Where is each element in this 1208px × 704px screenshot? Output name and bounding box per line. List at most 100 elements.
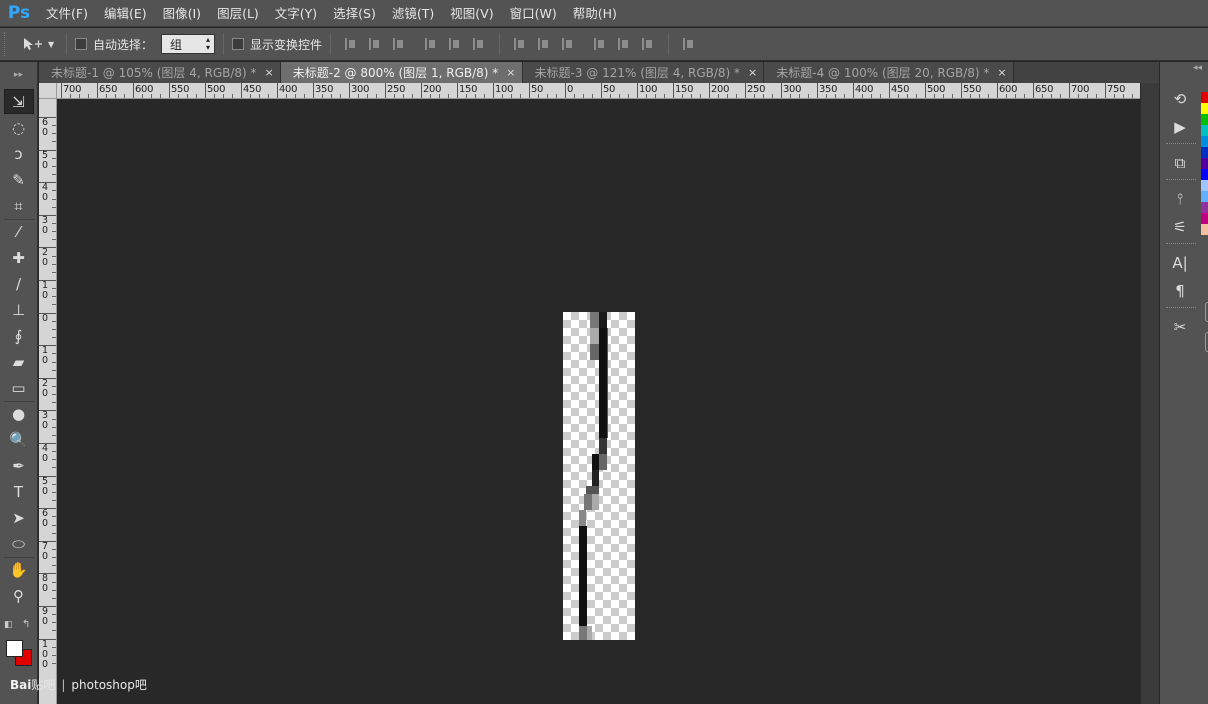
auto-select-dropdown[interactable]: 组 ▴ ▾ [161, 34, 216, 54]
healing-brush-icon[interactable]: ✚ [4, 245, 34, 270]
color-swatch[interactable] [1201, 103, 1208, 114]
distribute-top-icon[interactable] [511, 35, 529, 53]
close-icon[interactable]: × [997, 66, 1006, 79]
ruler-minor-tick [952, 94, 953, 98]
panel-group-grip[interactable] [1166, 179, 1196, 183]
distribute-bottom-icon[interactable] [559, 35, 577, 53]
ruler-label: 50 [42, 149, 49, 171]
collapse-panel-icon[interactable]: ◂◂ [1160, 62, 1208, 74]
align-right-icon[interactable] [470, 35, 488, 53]
distribute-hcenter-icon[interactable] [615, 35, 633, 53]
menu-select[interactable]: 选择(S) [325, 0, 384, 27]
collapse-panel-icon[interactable]: ▸▸ [0, 62, 37, 88]
document-tab-2[interactable]: 未标题-2 @ 800% (图层 1, RGB/8) * × [280, 62, 523, 83]
color-swatch[interactable] [1201, 180, 1208, 191]
align-left-icon[interactable] [422, 35, 440, 53]
align-bottom-icon[interactable] [390, 35, 408, 53]
zoom-icon[interactable]: ⚲ [4, 583, 34, 608]
ruler-minor-tick [52, 353, 56, 355]
ruler-minor-tick [331, 94, 332, 98]
distribute-right-icon[interactable] [639, 35, 657, 53]
ruler-minor-tick [475, 94, 476, 98]
ruler-origin[interactable] [39, 83, 57, 99]
menu-help[interactable]: 帮助(H) [565, 0, 625, 27]
character-icon[interactable]: A| [1164, 250, 1196, 276]
quick-selection-icon[interactable]: ✎ [4, 167, 34, 192]
horizontal-ruler[interactable]: 700 650 600 550 500 450 400 350 300 250 200 150 100 5… [57, 83, 1140, 99]
color-swatch[interactable] [1201, 202, 1208, 213]
align-hcenter-icon[interactable] [446, 35, 464, 53]
gradient-icon[interactable]: ▭ [4, 375, 34, 400]
brush-presets-icon[interactable]: ⫯ [1164, 186, 1196, 212]
color-swatch[interactable] [1201, 136, 1208, 147]
history-icon[interactable]: ⟲ [1164, 86, 1196, 112]
panel-group-grip[interactable] [1166, 243, 1196, 247]
photoshop-logo: Ps [7, 3, 31, 23]
ruler-minor-tick [52, 304, 56, 306]
menu-window[interactable]: 窗口(W) [502, 0, 565, 27]
distribute-vcenter-icon[interactable] [535, 35, 553, 53]
auto-select-checkbox[interactable] [75, 38, 87, 50]
path-selection-icon[interactable]: ➤ [4, 505, 34, 530]
vertical-ruler[interactable]: 6050403020100102030405060708090100 [39, 99, 57, 704]
color-swatch[interactable] [1201, 114, 1208, 125]
elliptical-marquee-icon[interactable]: ◌ [4, 115, 34, 140]
color-swatch[interactable] [1201, 169, 1208, 180]
color-swatch[interactable] [1201, 92, 1208, 103]
ruler-minor-tick [52, 231, 56, 233]
color-swatch[interactable] [1201, 158, 1208, 169]
close-icon[interactable]: × [265, 66, 274, 79]
move-tool-icon[interactable]: ⇲ [3, 89, 34, 114]
brush-icon[interactable]: ∕ [4, 271, 34, 296]
color-swatch[interactable] [1201, 191, 1208, 202]
show-transform-checkbox[interactable] [232, 38, 245, 50]
document-canvas[interactable] [563, 312, 635, 640]
close-icon[interactable]: × [506, 66, 515, 79]
panel-group-grip[interactable] [1166, 143, 1196, 147]
default-colors-icon[interactable]: ◧ [4, 620, 14, 630]
history-brush-icon[interactable]: ∮ [4, 323, 34, 348]
tools-icon[interactable]: ✂ [1164, 314, 1196, 340]
color-swatch[interactable] [1201, 147, 1208, 158]
color-swatch[interactable] [1201, 125, 1208, 136]
auto-align-layers-icon[interactable] [680, 35, 698, 53]
document-tab-4[interactable]: 未标题-4 @ 100% (图层 20, RGB/8) * × [764, 62, 1014, 83]
menu-layer[interactable]: 图层(L) [209, 0, 267, 27]
lasso-icon[interactable]: ↄ [4, 141, 34, 166]
distribute-left-icon[interactable] [591, 35, 609, 53]
dodge-icon[interactable]: 🔍 [4, 427, 34, 452]
color-swatch[interactable] [1201, 224, 1208, 235]
menu-type[interactable]: 文字(Y) [267, 0, 325, 27]
tool-preset-picker[interactable]: ▼ [22, 33, 58, 55]
menu-filter[interactable]: 滤镜(T) [384, 0, 442, 27]
menu-image[interactable]: 图像(I) [155, 0, 209, 27]
options-bar: ▼ 自动选择： 组 ▴ ▾ 显示变换控件 [0, 28, 1208, 61]
close-icon[interactable]: × [748, 66, 757, 79]
menu-file[interactable]: 文件(F) [38, 0, 96, 27]
vertical-scrollbar[interactable] [1140, 83, 1159, 704]
options-grip[interactable] [4, 32, 10, 56]
panel-group-grip[interactable] [1166, 307, 1196, 311]
document-tab-3[interactable]: 未标题-3 @ 121% (图层 4, RGB/8) * × [522, 62, 765, 83]
adjustments-icon[interactable]: ⚟ [1164, 214, 1196, 240]
hand-icon[interactable]: ✋ [3, 557, 34, 582]
menu-view[interactable]: 视图(V) [442, 0, 501, 27]
actions-play-icon[interactable]: ▶ [1164, 114, 1196, 140]
type-icon[interactable]: T [4, 479, 34, 504]
blur-icon[interactable]: ● [3, 401, 34, 426]
menu-edit[interactable]: 编辑(E) [96, 0, 155, 27]
crop-icon[interactable]: ⌗ [4, 193, 34, 218]
align-vcenter-icon[interactable] [366, 35, 384, 53]
paragraph-icon[interactable]: ¶ [1164, 278, 1196, 304]
align-top-icon[interactable] [342, 35, 360, 53]
3d-icon[interactable]: ⧉ [1164, 150, 1196, 176]
foreground-color-swatch[interactable] [6, 640, 23, 657]
ellipse-shape-icon[interactable]: ⬭ [4, 531, 34, 556]
clone-stamp-icon[interactable]: ⊥ [4, 297, 34, 322]
eyedropper-icon[interactable]: ⁄ [3, 219, 34, 244]
swap-colors-icon[interactable]: ↰ [22, 619, 30, 630]
eraser-icon[interactable]: ▰ [4, 349, 34, 374]
document-tab-1[interactable]: 未标题-1 @ 105% (图层 4, RGB/8) * × [39, 62, 281, 83]
pen-icon[interactable]: ✒ [4, 453, 34, 478]
color-swatch[interactable] [1201, 213, 1208, 224]
